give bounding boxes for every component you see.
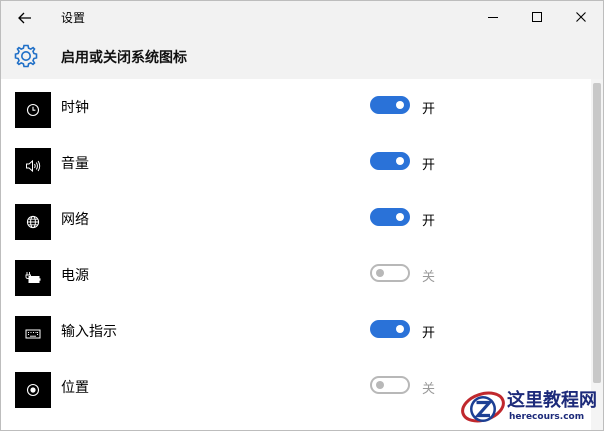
back-arrow-icon [18,12,31,24]
location-state: 关 [422,382,436,397]
watermark-z-icon [461,391,505,423]
gear-icon [14,44,38,68]
clock-icon [26,103,40,117]
item-label: 时钟 [61,100,89,116]
minimize-icon [488,17,498,18]
list-item-volume: 音量 开 [1,135,591,191]
input-indicator-state: 开 [422,326,436,341]
window-title: 设置 [61,11,86,25]
volume-toggle[interactable] [370,152,410,170]
watermark-url: herecours.com [509,412,585,422]
settings-window: 设置 启用或关闭系统图标 时钟 开 音量 开 网络 开 电源 关 输入指示 开 … [0,0,604,431]
list-item-network: 网络 开 [1,191,591,247]
list-item-power: 电源 关 [1,247,591,303]
minimize-button[interactable] [471,1,515,33]
item-label: 网络 [61,212,89,228]
volume-state: 开 [422,158,436,173]
back-button[interactable] [13,7,37,29]
location-icon [26,383,40,397]
volume-tile [15,148,51,184]
toggle-knob [376,269,384,277]
clock-toggle[interactable] [370,96,410,114]
toggle-knob [396,157,404,165]
toggle-knob [396,325,404,333]
scrollbar[interactable] [591,79,603,430]
network-tile [15,204,51,240]
input-indicator-toggle[interactable] [370,320,410,338]
clock-tile [15,92,51,128]
volume-icon [26,159,41,173]
maximize-button[interactable] [515,1,559,33]
keyboard-icon [25,329,41,339]
power-tile [15,260,51,296]
item-label: 位置 [61,380,89,396]
maximize-icon [532,12,542,22]
page-title: 启用或关闭系统图标 [61,50,187,66]
close-icon [576,12,586,22]
item-label: 输入指示 [61,324,117,340]
toggle-knob [376,381,384,389]
input-indicator-tile [15,316,51,352]
list-item-clock: 时钟 开 [1,79,591,135]
network-state: 开 [422,214,436,229]
close-button[interactable] [559,1,603,33]
item-label: 电源 [61,268,89,284]
list-item-input-indicator: 输入指示 开 [1,303,591,359]
toggle-knob [396,213,404,221]
clock-state: 开 [422,102,436,117]
battery-icon [25,272,41,283]
title-bar: 设置 [1,1,603,33]
item-label: 音量 [61,156,89,172]
watermark-brand: 这里教程网 [507,390,597,411]
scroll-thumb[interactable] [593,83,601,383]
watermark-logo: 这里教程网 herecours.com [457,385,603,430]
power-state: 关 [422,270,436,285]
location-tile [15,372,51,408]
network-toggle[interactable] [370,208,410,226]
location-toggle[interactable] [370,376,410,394]
page-header: 启用或关闭系统图标 [1,33,603,79]
power-toggle[interactable] [370,264,410,282]
globe-icon [26,215,40,229]
toggle-knob [396,101,404,109]
system-icons-list: 时钟 开 音量 开 网络 开 电源 关 输入指示 开 位置 关 [1,79,603,430]
